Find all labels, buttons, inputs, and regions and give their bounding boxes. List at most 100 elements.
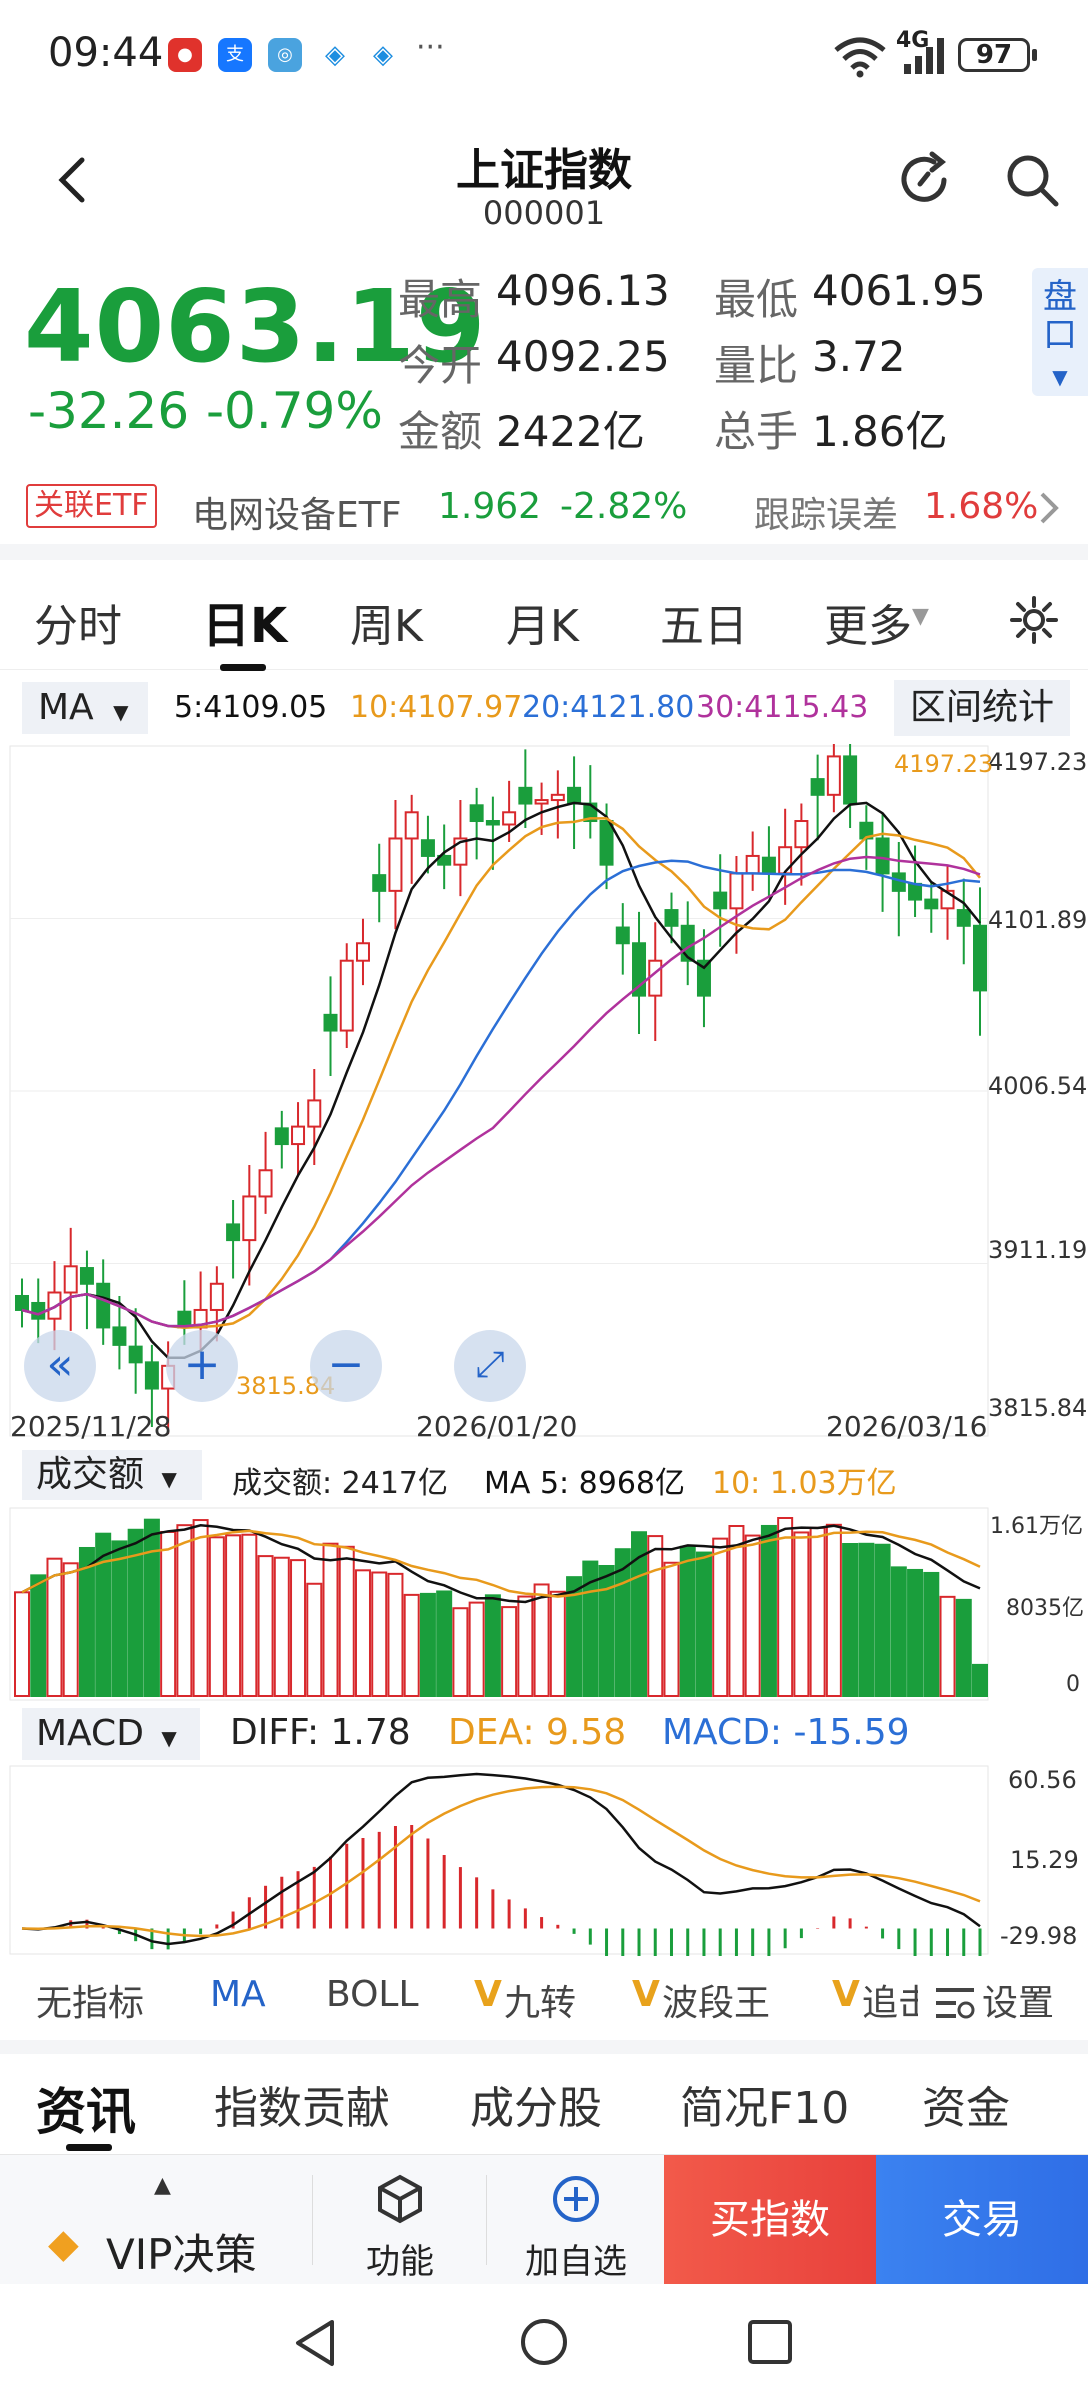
caret-down-icon: ▼: [113, 700, 129, 724]
header: 上证指数 000001: [0, 110, 1088, 250]
caret-up-icon: ▲: [154, 2173, 171, 2198]
tab-more[interactable]: 更多: [824, 590, 912, 654]
gear-icon[interactable]: [1008, 594, 1060, 646]
high-label: 最高: [398, 275, 483, 324]
volume-bar: [793, 1531, 810, 1698]
add-watchlist-button[interactable]: 加自选: [514, 2173, 638, 2283]
volume-bar: [403, 1593, 420, 1697]
volume-bar: [890, 1566, 907, 1698]
status-time: 09:44: [48, 30, 164, 76]
macd-selector[interactable]: MACD ▼: [22, 1708, 200, 1760]
divider: [486, 2175, 487, 2265]
tab-capital[interactable]: 资金: [922, 2072, 1010, 2136]
tab-profile-f10[interactable]: 简况F10: [680, 2072, 849, 2136]
related-etf-row[interactable]: 关联ETF 电网设备ETF 1.962 -2.82% 跟踪误差 1.68%: [0, 476, 1088, 542]
candle-body: [144, 1361, 159, 1390]
candle-body: [112, 1326, 127, 1346]
volume-bar: [208, 1536, 225, 1698]
candle-body: [599, 820, 614, 866]
tab-weekly-k[interactable]: 周K: [350, 590, 423, 654]
cube-icon: [378, 2174, 422, 2224]
volume-bar: [598, 1564, 615, 1697]
indicator-boll[interactable]: BOLL: [326, 1974, 419, 2015]
refresh-icon[interactable]: [896, 150, 956, 210]
caret-down-icon: ▼: [161, 1467, 177, 1491]
indicator-nine-turn[interactable]: 九转: [504, 1974, 576, 2026]
candle-body: [96, 1282, 111, 1329]
more-notifications-icon: ···: [416, 30, 445, 65]
candle-body: [502, 811, 517, 826]
macd-chart[interactable]: [0, 1764, 1088, 1956]
indicator-settings[interactable]: 设置: [982, 1974, 1054, 2026]
buy-index-button[interactable]: 买指数: [664, 2155, 876, 2285]
indicator-ma[interactable]: MA: [210, 1974, 266, 2015]
candle-body: [323, 1013, 338, 1032]
nav-home-icon[interactable]: [518, 2316, 570, 2368]
pankou-button[interactable]: 盘口 ▼: [1032, 268, 1088, 396]
search-icon[interactable]: [1002, 150, 1062, 210]
tab-constituents[interactable]: 成分股: [470, 2072, 602, 2136]
candle-body: [826, 755, 841, 796]
double-chevron-left-icon[interactable]: «: [24, 1330, 96, 1402]
volume-bar: [907, 1568, 924, 1698]
volume-selector[interactable]: 成交额 ▼: [22, 1450, 202, 1500]
v-badge-icon: V: [632, 1974, 660, 2015]
macd-value: MACD: -15.59: [662, 1712, 910, 1753]
volume-bar: [354, 1569, 371, 1697]
tab-daily-k[interactable]: 日K: [202, 586, 287, 656]
tab-index-contribution[interactable]: 指数贡献: [214, 2072, 390, 2136]
volume-bar: [143, 1518, 160, 1698]
volume-chart[interactable]: [0, 1506, 1088, 1702]
candle-body: [924, 898, 939, 910]
y-axis-label: 3911.19: [988, 1236, 1088, 1264]
price-change: -32.26: [28, 382, 190, 440]
tab-news[interactable]: 资讯: [36, 2072, 136, 2144]
candle-body: [518, 786, 533, 805]
volume-bar: [176, 1524, 193, 1698]
zoom-in-icon[interactable]: +: [166, 1330, 238, 1402]
nav-back-icon[interactable]: [290, 2316, 340, 2370]
volume-bar: [290, 1559, 307, 1697]
candle-body: [420, 839, 435, 857]
volume-ma5: MA 5: 8968亿: [484, 1466, 686, 1501]
volume-bar: [14, 1591, 30, 1697]
tab-intraday[interactable]: 分时: [34, 590, 122, 654]
settings-sliders-icon[interactable]: [934, 1984, 976, 2022]
candle-body: [258, 1169, 273, 1198]
indicator-chase[interactable]: 追击: [862, 1974, 918, 2026]
tab-monthly-k[interactable]: 月K: [506, 590, 579, 654]
candle-body: [956, 909, 971, 927]
y-axis-label: 4101.89: [988, 906, 1088, 934]
candle-body: [79, 1267, 94, 1285]
indicator-none[interactable]: 无指标: [36, 1974, 144, 2026]
kline-chart[interactable]: [0, 744, 1088, 1444]
etf-badge: 关联ETF: [26, 484, 157, 528]
volume-bar: [874, 1543, 891, 1698]
candle-body: [713, 891, 728, 910]
volume-bar: [468, 1601, 485, 1697]
pankou-label: 盘口: [1043, 277, 1077, 355]
volume-bar: [695, 1551, 712, 1698]
nav-recents-icon[interactable]: [746, 2318, 794, 2366]
vip-label: VIP决策: [106, 2230, 257, 2279]
tab-five-day[interactable]: 五日: [660, 590, 748, 654]
vip-decision-button[interactable]: ▲ ◆ VIP决策: [44, 2173, 314, 2279]
volume-bar: [842, 1543, 859, 1698]
expand-icon[interactable]: ⤢: [454, 1330, 526, 1402]
macd-diff-line: [21, 1772, 981, 1946]
volume-bar: [939, 1595, 956, 1697]
ma-selector[interactable]: MA ▼: [22, 682, 148, 734]
volume-bar: [160, 1530, 177, 1698]
wifi-icon: [834, 37, 886, 78]
macd-diff: DIFF: 1.78: [230, 1712, 411, 1753]
trade-button[interactable]: 交易: [876, 2155, 1088, 2285]
candle-body: [648, 959, 663, 997]
volume-selector-label: 成交额: [36, 1454, 145, 1495]
function-button[interactable]: 功能: [340, 2173, 460, 2283]
system-nav-bar: [0, 2284, 1088, 2400]
indicator-wave-king[interactable]: 波段王: [662, 1974, 770, 2026]
zoom-out-icon[interactable]: −: [310, 1330, 382, 1402]
macd-dea: DEA: 9.58: [448, 1712, 627, 1753]
range-stats-button[interactable]: 区间统计: [894, 680, 1070, 736]
volume-bar: [338, 1545, 355, 1697]
